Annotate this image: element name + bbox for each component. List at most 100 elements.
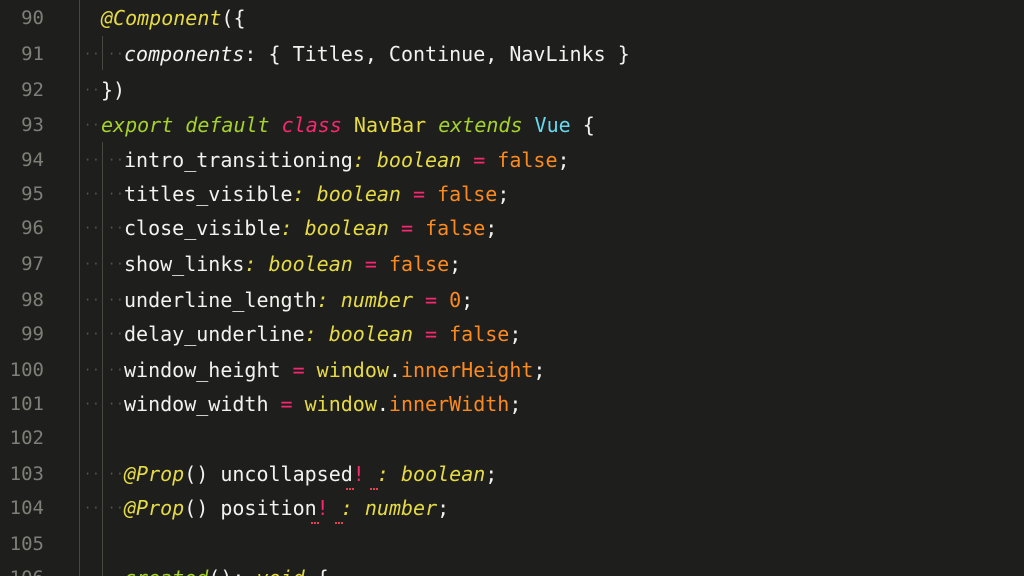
code-line[interactable]: 106 ·· ·· created(): void { xyxy=(0,561,1024,576)
punctuation-token: { xyxy=(305,566,329,576)
line-code[interactable]: titles_visible: boolean = false; xyxy=(124,177,509,211)
whitespace-dots: ·· xyxy=(108,293,125,307)
whitespace-dots: ·· xyxy=(108,257,125,271)
code-line[interactable]: 105 xyxy=(0,527,1024,561)
code-line[interactable]: 96 ·· ·· close_visible: boolean = false; xyxy=(0,211,1024,245)
punctuation-token: ; xyxy=(509,322,522,346)
operator-token: = xyxy=(352,252,389,276)
punctuation-token: ; xyxy=(485,216,498,240)
code-line[interactable]: 95 ·· ·· titles_visible: boolean = false… xyxy=(0,177,1024,211)
operator-token: = xyxy=(388,216,426,240)
line-number: 97 xyxy=(21,253,44,275)
punctuation-token: ; xyxy=(557,148,570,172)
line-number: 104 xyxy=(9,497,44,519)
punctuation-token: ; xyxy=(497,182,510,206)
line-number: 100 xyxy=(9,359,44,381)
line-code[interactable]: intro_transitioning: boolean = false; xyxy=(124,143,570,177)
method-token: created xyxy=(124,566,208,576)
line-code[interactable]: export default class NavBar extends Vue … xyxy=(101,108,595,142)
identifier-token: window_width xyxy=(124,392,269,416)
line-code[interactable]: @Component({ xyxy=(101,1,246,35)
operator-token: = xyxy=(413,322,450,346)
whitespace-dots: ·· xyxy=(108,47,125,61)
line-code[interactable]: show_links: boolean = false; xyxy=(124,247,461,281)
error-squiggle[interactable] xyxy=(346,484,354,490)
decorator-token: @Prop xyxy=(124,496,185,520)
line-code[interactable]: }) xyxy=(101,73,125,107)
punctuation-token: ; xyxy=(437,496,450,520)
line-number: 105 xyxy=(9,533,44,555)
whitespace-dots: ·· xyxy=(108,501,125,515)
code-line[interactable]: 102 xyxy=(0,421,1024,455)
line-number: 93 xyxy=(21,114,44,136)
code-line[interactable]: 90 @Component({ xyxy=(0,1,1024,35)
code-line[interactable]: 99 ·· ·· delay_underline: boolean = fals… xyxy=(0,317,1024,351)
code-editor[interactable]: 90 @Component({ 91 ·· ·· components: { T… xyxy=(0,0,1024,576)
line-code[interactable]: delay_underline: boolean = false; xyxy=(124,317,521,351)
line-code[interactable]: window_height = window.innerHeight; xyxy=(124,353,545,387)
whitespace-dots: ·· xyxy=(108,221,125,235)
code-line[interactable]: 94 ·· ·· intro_transitioning: boolean = … xyxy=(0,143,1024,177)
whitespace-dots: ·· xyxy=(84,257,101,271)
punctuation-token: ; xyxy=(449,252,462,276)
type-token: boolean xyxy=(304,216,389,240)
line-number: 99 xyxy=(21,323,44,345)
code-line[interactable]: 91 ·· ·· components: { Titles, Continue,… xyxy=(0,37,1024,71)
identifier-token: () position xyxy=(184,496,317,520)
type-token: boolean xyxy=(328,322,414,346)
line-code[interactable]: close_visible: boolean = false; xyxy=(124,211,497,245)
code-line[interactable]: 93 ·· export default class NavBar extend… xyxy=(0,108,1024,142)
object-token: window xyxy=(316,358,389,382)
decorator-token: @Component xyxy=(101,6,222,30)
operator-token: = xyxy=(280,358,317,382)
whitespace-dots: ·· xyxy=(84,118,101,132)
code-line[interactable]: 100 ·· ·· window_height = window.innerHe… xyxy=(0,353,1024,387)
colon-token: : xyxy=(304,322,329,346)
error-squiggle[interactable] xyxy=(335,518,343,524)
line-code[interactable]: @Prop() uncollapsed! : boolean; xyxy=(124,457,497,491)
line-code[interactable]: created(): void { xyxy=(124,561,329,576)
keyword-token: class xyxy=(281,113,342,137)
line-number: 90 xyxy=(21,7,44,29)
code-line[interactable]: 92 ·· }) xyxy=(0,73,1024,107)
identifier-token: show_links xyxy=(124,252,245,276)
keyword-token: default xyxy=(185,113,270,137)
error-squiggle[interactable] xyxy=(311,518,319,524)
line-code[interactable]: window_width = window.innerWidth; xyxy=(124,387,521,421)
keyword-token: extends xyxy=(438,113,523,137)
line-number: 103 xyxy=(9,463,44,485)
punctuation-token: ({ xyxy=(221,6,246,30)
line-number: 91 xyxy=(21,43,44,65)
operator-token: = xyxy=(400,182,438,206)
error-squiggle[interactable] xyxy=(370,484,378,490)
code-line[interactable]: 104 ·· ·· @Prop() position! : number; xyxy=(0,491,1024,525)
identifier-token: titles_visible xyxy=(124,182,293,206)
whitespace-dots: ·· xyxy=(108,187,125,201)
whitespace-dots: ·· xyxy=(84,561,100,576)
literal-token: false xyxy=(449,322,510,346)
code-line[interactable]: 101 ·· ·· window_width = window.innerWid… xyxy=(0,387,1024,421)
colon-token: : xyxy=(316,288,341,312)
whitespace-dots: ·· xyxy=(108,467,125,481)
line-code[interactable]: underline_length: number = 0; xyxy=(124,283,473,317)
operator-token: = xyxy=(461,148,498,172)
colon-token: : xyxy=(376,462,389,486)
identifier-token: underline_length xyxy=(124,288,317,312)
code-line[interactable]: 98 ·· ·· underline_length: number = 0; xyxy=(0,283,1024,317)
type-token: boolean xyxy=(268,252,353,276)
class-name-token: NavBar xyxy=(353,113,427,137)
colon-token: : xyxy=(340,496,353,520)
code-line[interactable]: 97 ·· ·· show_links: boolean = false; xyxy=(0,247,1024,281)
identifier-token: window_height xyxy=(124,358,281,382)
line-code[interactable]: components: { Titles, Continue, NavLinks… xyxy=(124,37,630,71)
code-line[interactable]: 103 ·· ·· @Prop() uncollapsed! : boolean… xyxy=(0,457,1024,491)
operator-token: ! xyxy=(352,462,365,486)
punctuation-token: . xyxy=(388,358,401,382)
punctuation-token: ; xyxy=(485,462,498,486)
operator-token: = xyxy=(268,392,305,416)
identifier-token: close_visible xyxy=(124,216,281,240)
type-token: boolean xyxy=(316,182,401,206)
line-number: 95 xyxy=(21,183,44,205)
line-code[interactable]: @Prop() position! : number; xyxy=(124,491,449,525)
